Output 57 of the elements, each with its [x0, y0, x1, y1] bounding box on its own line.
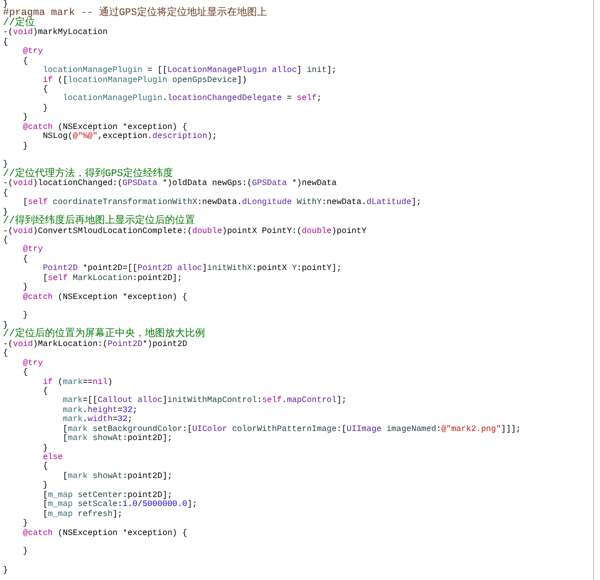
- code-line: if ([locationManagePlugin openGpsDevice]): [42, 76, 248, 85]
- code-line: Point2D *point2D=[[Point2D alloc]initWithX:pointX Y:pointY];: [42, 264, 343, 274]
- code-line: -(void)MarkLocation:(Point2D*)point2D: [3, 340, 188, 349]
- code-line: [mark showAt:point2D];: [62, 472, 174, 482]
- code-line: @try: [22, 358, 44, 368]
- code-line: [self MarkLocation:point2D];: [42, 274, 184, 284]
- code-line: #pragma mark -- 通过GPS定位将定位地址显示在地图上: [3, 9, 268, 19]
- code-line: {: [22, 368, 29, 378]
- code-line: [mark showAt:point2D];: [62, 434, 174, 444]
- code-line: mark=[[Callout alloc]initWithMapControl:self.mapControl];: [62, 396, 348, 406]
- code-line: {: [3, 236, 9, 246]
- code-line: -(void)markMyLocation: [3, 28, 109, 38]
- code-line: {: [42, 386, 49, 396]
- code-line: locationManagePlugin = [[LocationManagePlugin alloc] init];: [42, 66, 338, 76]
- code-line: {: [3, 349, 9, 359]
- code-line: }: [22, 283, 29, 293]
- code-line: [mark setBackgroundColor:[UIColor colorWithPatternImage:[UIImage imageNamed:@"mark2.png"]]];: [62, 424, 522, 434]
- code-line: mark.width=32;: [62, 415, 134, 425]
- code-line: @catch (NSException *exception) {: [22, 292, 188, 302]
- code-line: {: [22, 56, 29, 66]
- code-line: @try: [22, 245, 44, 255]
- code-line: }: [22, 519, 29, 528]
- code-line: if (mark==nil): [42, 378, 114, 387]
- code-line: [self coordinateTransformationWithX:newData.dLongitude WithY:newData.dLatitude];: [22, 198, 422, 208]
- code-line: [m_map refresh];: [42, 510, 124, 520]
- code-line: //定位: [3, 18, 36, 28]
- code-line: {: [42, 84, 49, 94]
- code-line: //得到经纬度后再地图上显示定位后的位置: [3, 217, 196, 226]
- code-line: locationManagePlugin.locationChangedDelegate = self;: [62, 94, 323, 104]
- code-line: }: [3, 160, 8, 170]
- code-line: @try: [22, 47, 44, 57]
- code-line: }: [3, 320, 8, 330]
- code-line: }: [22, 547, 29, 557]
- code-line: }: [22, 142, 29, 151]
- code-line: }: [42, 481, 49, 491]
- code-line: }: [3, 566, 9, 576]
- code-line: -(void)locationChanged:(GPSData *)oldData newGps:(GPSData *)newData: [3, 179, 338, 189]
- code-line: {: [42, 462, 49, 472]
- code-line: }: [22, 311, 29, 321]
- code-line: }: [42, 104, 49, 114]
- code-line: }: [42, 444, 48, 453]
- code-line: -(void)ConvertSMloudLocationComplete:(double)pointX PointY:(double)pointY: [3, 226, 368, 236]
- code-line: [m_map setScale:1.0/5000000.0];: [42, 500, 198, 510]
- code-line: }: [22, 113, 29, 123]
- code-line: @catch (NSException *exception) {: [22, 122, 188, 132]
- code-line: {: [3, 188, 9, 198]
- code-line: //定位后的位置为屏幕正中央，地图放大比例: [3, 330, 206, 340]
- code-line: }: [3, 0, 8, 9]
- code-line: }: [3, 208, 8, 217]
- code-line: //定位代理方法，得到GPS定位经纬度: [3, 170, 174, 180]
- code-line: @catch (NSException *exception) {: [22, 528, 188, 538]
- code-line: mark.height=32;: [62, 406, 138, 415]
- code-line: {: [22, 254, 29, 264]
- code-line: NSLog(@"%@",exception.description);: [42, 132, 218, 142]
- code-line: {: [3, 38, 9, 48]
- code-line: [m_map setCenter:point2D];: [42, 490, 174, 500]
- code-line: else: [42, 453, 64, 462]
